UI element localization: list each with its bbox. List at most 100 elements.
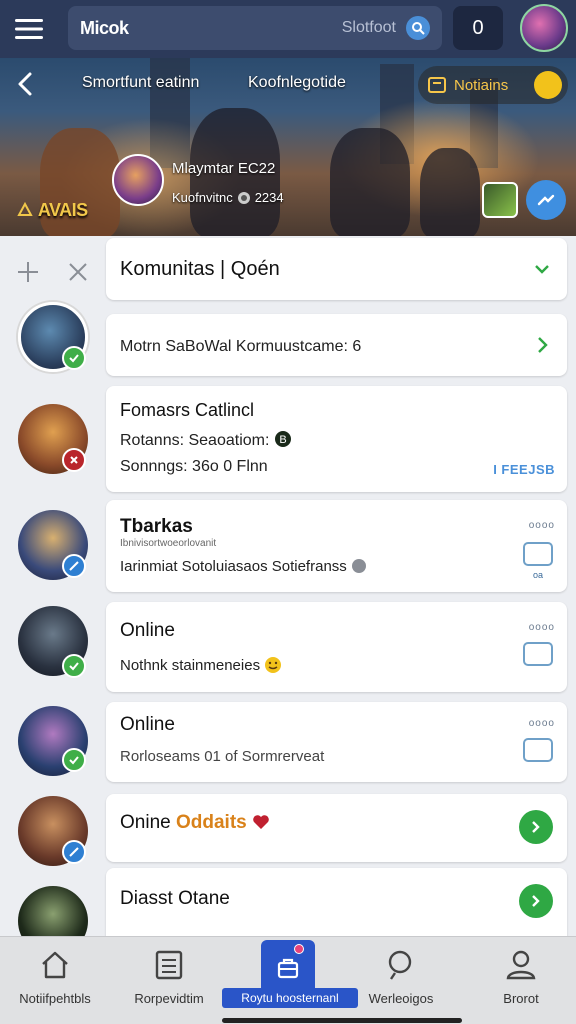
close-icon[interactable] [64, 258, 92, 286]
share-icon [537, 194, 555, 206]
online-check-icon [62, 654, 86, 678]
list-item-line: Iarinmiat Sotoluiasaos Sotiefranss [120, 558, 367, 575]
list-item-title: Diasst Otane [120, 888, 230, 909]
community-list: Komunitas | Qoén Motrn SaBoWal Kormuustc… [0, 236, 576, 956]
meta-dots: oooo [528, 520, 555, 531]
chevron-down-icon[interactable] [531, 258, 553, 280]
user-icon [506, 950, 536, 980]
list-item-text: Motrn SaBoWal Kormuustcame: 6 [120, 338, 362, 355]
chevron-right-icon[interactable] [531, 334, 553, 356]
online-check-icon [62, 346, 86, 370]
go-button[interactable] [519, 884, 553, 918]
search-placeholder: Slotfoot [341, 19, 396, 36]
list-item[interactable]: Online Nothnk stainmeneies oooo [106, 602, 567, 692]
search-pin-icon [388, 950, 412, 980]
list-item-title: Fomasrs Catlincl [120, 400, 255, 420]
status-badge: I FEEJSB [493, 462, 555, 477]
list-item[interactable]: Diasst Otane [106, 868, 567, 938]
banner-art [330, 128, 410, 236]
meta-dots: oooo [528, 622, 555, 633]
list-item-line-text: Iarinmiat Sotoluiasaos Sotiefranss [120, 558, 347, 575]
select-checkbox[interactable] [523, 542, 553, 566]
status-x-icon [62, 448, 86, 472]
menu-button[interactable] [0, 0, 58, 58]
list-item-title: Onine Oddaits [120, 812, 270, 834]
status-arrow-icon [62, 554, 86, 578]
tab-banner-1[interactable]: Smortfunt eatinn [82, 74, 199, 92]
profile-avatar[interactable] [520, 4, 568, 52]
list-item-subtitle: Ibnivisortwoeorlovanit [120, 538, 217, 549]
brand-logo-text: AVAIS [37, 200, 88, 220]
hero-banner: Smortfunt eatinn Koofnlegotide Notiains … [0, 58, 576, 236]
top-bar: Micok Slotfoot 0 [0, 0, 576, 58]
list-item[interactable]: Online Rorloseams 01 of Sormrerveat oooo [106, 702, 567, 782]
select-checkbox[interactable] [523, 642, 553, 666]
streamer-name: Mlaymtar EC22 [172, 160, 276, 177]
streamer-avatar[interactable] [112, 154, 164, 206]
community-header-card[interactable]: Komunitas | Qoén [106, 238, 567, 300]
viewer-icon [237, 191, 250, 204]
notification-dot [294, 944, 304, 954]
game-icon[interactable] [482, 182, 518, 218]
search-icon[interactable] [406, 16, 430, 40]
banner-art [420, 148, 480, 236]
list-item-line-text: Rotanns: Seaoatiom: [120, 432, 270, 449]
notifications-label: Notiains [454, 76, 509, 94]
arrow-right-icon [532, 821, 540, 833]
list-item-line-text: Nothnk stainmeneies [120, 657, 261, 674]
arrow-right-icon [532, 895, 540, 907]
heart-icon [253, 815, 269, 829]
nav-item-reports[interactable]: Rorpevidtim [114, 937, 224, 1024]
share-button[interactable] [526, 180, 566, 220]
list-item[interactable]: Onine Oddaits [106, 794, 567, 862]
emoji-icon [265, 657, 282, 673]
notification-count-button[interactable]: 0 [453, 6, 503, 50]
app-title: Micok [80, 17, 129, 38]
brand-mark-icon [17, 201, 33, 216]
list-item-title: Online [120, 714, 175, 735]
nav-item-label: Brorot [503, 991, 539, 1006]
streamer-meta: Kuofnvitnc 2234 [172, 190, 284, 205]
bag-icon [277, 958, 299, 979]
nav-item-label: Werleoigos [368, 991, 434, 1006]
list-item-line: Sonnngs: 36o 0 Flnn [120, 458, 268, 475]
nav-item-profile[interactable]: Brorot [466, 937, 576, 1024]
go-button[interactable] [519, 810, 553, 844]
community-title: Komunitas | Qoén [120, 258, 280, 280]
list-item-title: Tbarkas [120, 516, 193, 537]
select-checkbox[interactable] [523, 738, 553, 762]
streamer-meta-left: Kuofnvitnc [172, 190, 233, 205]
brand-logo: AVAIS [16, 200, 88, 221]
list-item-line: Nothnk stainmeneies [120, 656, 282, 674]
nav-item-explore[interactable]: Werleoigos [346, 937, 456, 1024]
globe-icon [351, 559, 366, 573]
hamburger-icon [15, 19, 43, 39]
search-bar[interactable]: Micok Slotfoot [68, 6, 442, 50]
document-icon [155, 950, 183, 980]
list-item[interactable]: Motrn SaBoWal Kormuustcame: 6 [106, 314, 567, 376]
nav-item-label: Notiifpehtbls [19, 991, 91, 1006]
add-icon[interactable] [14, 258, 42, 286]
bell-box-icon [428, 77, 446, 93]
list-item-title-b: Oddaits [175, 812, 247, 833]
list-item-title: Online [120, 620, 175, 641]
nav-item-label-active: Roytu hoosternanl [222, 988, 358, 1008]
coin-icon [534, 71, 562, 99]
list-item[interactable]: Fomasrs Catlincl Rotanns: Seaoatiom: B S… [106, 386, 567, 492]
online-check-icon [62, 748, 86, 772]
status-b-icon: B [274, 431, 291, 447]
back-arrow-icon[interactable] [12, 70, 40, 98]
tab-banner-2[interactable]: Koofnlegotide [248, 74, 346, 92]
notifications-pill[interactable]: Notiains [418, 66, 568, 104]
nav-item-label: Rorpevidtim [134, 991, 204, 1006]
list-item-title-a: Onine [120, 812, 171, 833]
home-icon [42, 951, 68, 979]
nav-item-home[interactable]: Notiifpehtbls [0, 937, 110, 1024]
list-item[interactable]: Tbarkas Ibnivisortwoeorlovanit Iarinmiat… [106, 500, 567, 592]
home-indicator [222, 1018, 462, 1023]
list-item-line: Rorloseams 01 of Sormrerveat [120, 748, 325, 765]
list-item-line: Rotanns: Seaoatiom: B [120, 430, 292, 450]
meta-dots: oooo [528, 718, 555, 729]
status-arrow-icon [62, 840, 86, 864]
streamer-meta-right: 2234 [254, 190, 284, 205]
